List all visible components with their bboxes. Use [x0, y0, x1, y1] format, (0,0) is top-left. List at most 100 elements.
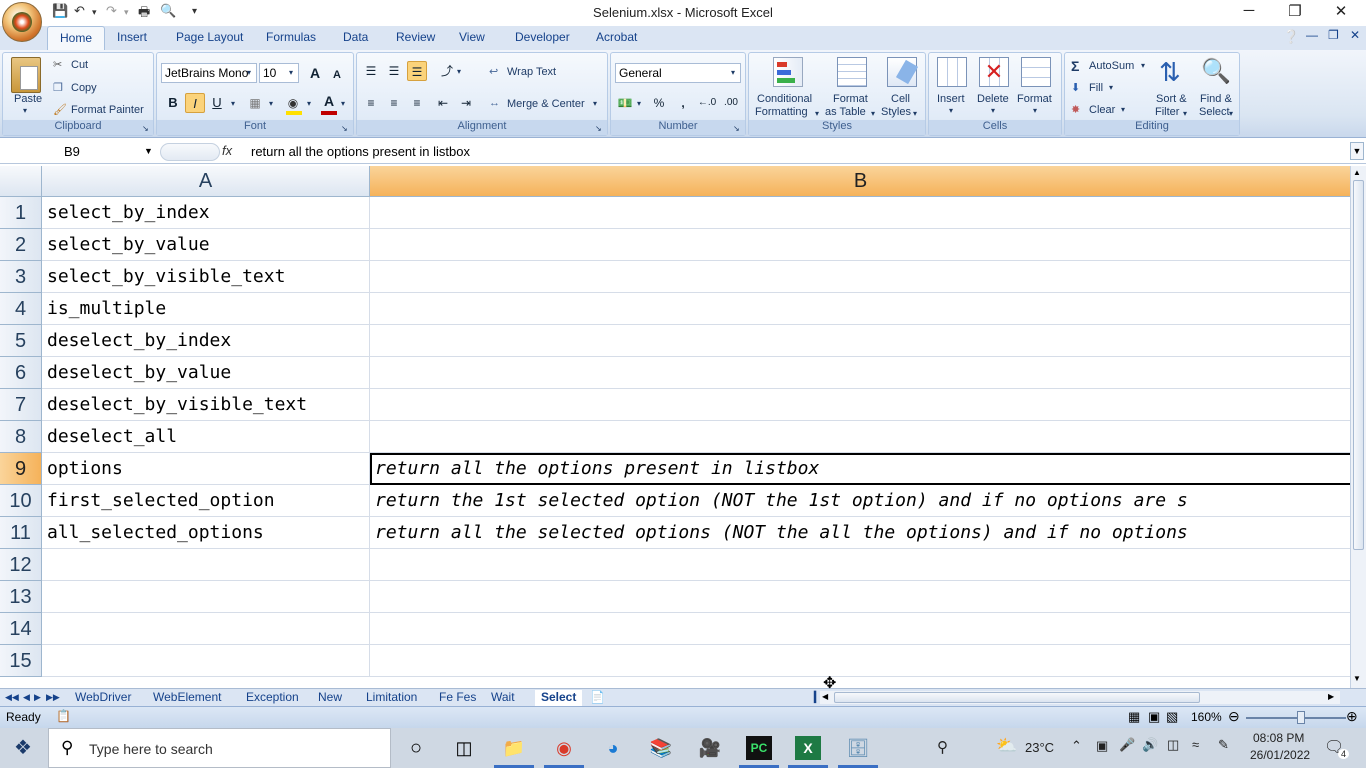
expand-formula-bar-icon[interactable]: ▼ [1350, 142, 1364, 160]
copy-button[interactable]: Copy [71, 82, 97, 94]
cell-b[interactable] [370, 581, 1350, 613]
orientation-icon[interactable]: ⤴ [437, 61, 457, 81]
alignment-launcher-icon[interactable]: ↘ [595, 124, 602, 133]
cell-b[interactable] [370, 325, 1350, 357]
cell-b[interactable] [370, 261, 1350, 293]
vertical-scrollbar[interactable]: ▲ ▼ [1350, 166, 1366, 688]
undo-dropdown-icon[interactable]: ▾ [92, 7, 97, 18]
tab-home[interactable]: Home [47, 26, 106, 50]
wrap-text-button[interactable]: Wrap Text [507, 66, 556, 78]
align-left-icon[interactable]: ≡ [361, 93, 381, 113]
borders-icon[interactable]: ▦ [245, 93, 265, 113]
align-center-icon[interactable]: ≡ [384, 93, 404, 113]
scroll-left-icon[interactable]: ◀ [822, 692, 828, 701]
row-header[interactable]: 8 [0, 421, 42, 453]
vertical-scroll-thumb[interactable] [1353, 180, 1364, 550]
scroll-up-icon[interactable]: ▲ [1353, 168, 1361, 177]
horizontal-scroll-thumb[interactable] [834, 692, 1200, 703]
format-cells-icon[interactable] [1021, 57, 1051, 87]
currency-dropdown-icon[interactable]: ▾ [637, 99, 641, 108]
zoom-out-icon[interactable]: ⊖ [1228, 708, 1240, 725]
cell-styles-dropdown-icon[interactable]: ▾ [913, 109, 917, 118]
tab-insert[interactable]: Insert [117, 30, 147, 44]
fill-color-icon[interactable]: ◉ [283, 93, 303, 113]
merge-center-button[interactable]: Merge & Center [507, 98, 585, 110]
delete-dropdown-icon[interactable]: ▾ [991, 106, 995, 115]
row-header[interactable]: 7 [0, 389, 42, 421]
cell-b[interactable] [370, 389, 1350, 421]
insert-function-button[interactable]: fx [222, 143, 232, 158]
minimize-button[interactable]: ─ [1226, 2, 1272, 24]
weather-temperature[interactable]: 23°C [1025, 740, 1054, 755]
cell-b[interactable] [370, 229, 1350, 261]
sheet-tab-exception[interactable]: Exception [246, 690, 299, 704]
sheet-tab-fe-fes[interactable]: Fe Fes [439, 690, 476, 704]
cell-a[interactable] [42, 581, 370, 613]
formula-bar-splitter[interactable] [160, 143, 220, 161]
tab-page-layout[interactable]: Page Layout [176, 30, 243, 44]
last-sheet-icon[interactable]: ▶▶ [46, 692, 60, 703]
cell-a[interactable]: select_by_index [42, 197, 370, 229]
close-button[interactable]: ✕ [1318, 2, 1364, 24]
tab-split-handle[interactable]: ❙ [810, 689, 820, 703]
sort-filter-label-1[interactable]: Sort & [1156, 93, 1187, 105]
cell-styles-label-2[interactable]: Styles [881, 106, 911, 118]
meet-now-icon[interactable]: ▣ [1096, 738, 1108, 754]
comma-button[interactable]: , [673, 93, 693, 113]
sheet-tab-webdriver[interactable]: WebDriver [75, 690, 131, 704]
ribbon-minimize-icon[interactable]: — [1306, 28, 1318, 42]
tab-view[interactable]: View [459, 30, 485, 44]
office-button[interactable] [2, 2, 42, 42]
format-as-table-dropdown-icon[interactable]: ▾ [871, 109, 875, 118]
grow-font-button[interactable]: A [305, 63, 325, 83]
taskbar-search[interactable]: ⚲ Type here to search [48, 728, 391, 768]
people-icon[interactable]: ⚲ [937, 738, 948, 756]
print-preview-icon[interactable]: 🔍 [160, 3, 176, 19]
row-header[interactable]: 15 [0, 645, 42, 677]
cortana-icon[interactable]: ○ [403, 736, 429, 760]
cell-styles-label-1[interactable]: Cell [891, 93, 910, 105]
pen-icon[interactable]: ✎ [1218, 737, 1229, 753]
row-header[interactable]: 5 [0, 325, 42, 357]
format-as-table-icon[interactable] [837, 57, 867, 87]
find-select-label-1[interactable]: Find & [1200, 93, 1232, 105]
format-button[interactable]: Format [1017, 93, 1052, 105]
page-layout-view-icon[interactable]: ▣ [1148, 709, 1160, 725]
macro-record-icon[interactable]: 📋 [56, 709, 71, 723]
undo-icon[interactable]: ↶ [74, 3, 85, 19]
volume-icon[interactable]: 🔊 [1142, 737, 1158, 753]
weather-icon[interactable]: ⛅ [996, 736, 1017, 756]
tab-developer[interactable]: Developer [515, 30, 570, 44]
insert-cells-icon[interactable] [937, 57, 967, 87]
find-select-label-2[interactable]: Select [1199, 106, 1230, 118]
cell-b[interactable]: return all the selected options (NOT the… [370, 517, 1350, 549]
windows-start-icon[interactable]: ❖ [10, 736, 36, 760]
prev-sheet-icon[interactable]: ◀ [23, 692, 30, 703]
clear-button[interactable]: Clear [1089, 104, 1115, 116]
column-header-a[interactable]: A [42, 166, 370, 197]
sheet-tab-select[interactable]: Select [535, 690, 583, 706]
task-view-icon[interactable]: ◫ [451, 736, 477, 760]
scroll-right-icon[interactable]: ▶ [1328, 692, 1334, 701]
clock-time[interactable]: 08:08 PM [1253, 731, 1304, 745]
borders-dropdown-icon[interactable]: ▾ [269, 99, 273, 108]
zoom-slider[interactable] [1246, 717, 1346, 719]
edge-icon[interactable]: ◕ [600, 736, 626, 760]
underline-button[interactable]: U [207, 93, 227, 113]
increase-indent-icon[interactable]: ⇥ [456, 93, 476, 113]
font-size-dropdown-icon[interactable]: ▾ [289, 68, 293, 77]
cell-a[interactable] [42, 549, 370, 581]
format-as-table-label-1[interactable]: Format [833, 93, 868, 105]
normal-view-icon[interactable]: ▦ [1128, 709, 1140, 725]
autosum-button[interactable]: AutoSum [1089, 60, 1134, 72]
print-icon[interactable]: 🖶 [138, 3, 150, 25]
font-color-dropdown-icon[interactable]: ▾ [341, 99, 345, 108]
redo-dropdown-icon[interactable]: ▾ [124, 7, 129, 18]
clipboard-launcher-icon[interactable]: ↘ [142, 124, 149, 133]
conditional-formatting-dropdown-icon[interactable]: ▾ [815, 109, 819, 118]
decrease-indent-icon[interactable]: ⇤ [433, 93, 453, 113]
cell-a[interactable]: options [42, 453, 370, 485]
font-color-icon[interactable]: A [319, 91, 339, 111]
format-dropdown-icon[interactable]: ▾ [1033, 106, 1037, 115]
cell-b[interactable] [370, 357, 1350, 389]
